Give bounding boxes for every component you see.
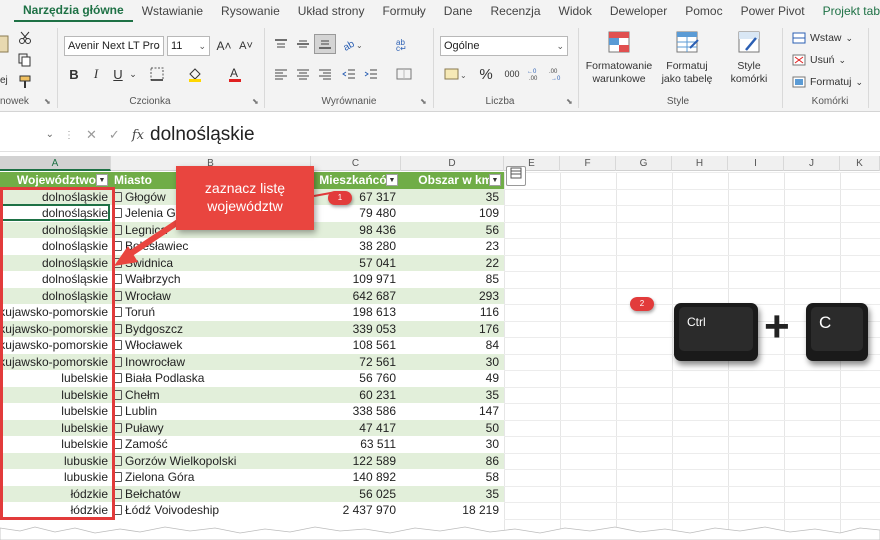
ctrl-key-label: Ctrl	[687, 315, 706, 329]
step-badge: 2	[630, 297, 654, 311]
ctrl-key: Ctrl	[674, 303, 758, 361]
annotation-arrows	[114, 191, 337, 266]
torn-edge	[0, 526, 880, 540]
ctrl-key-face: Ctrl	[679, 307, 753, 351]
c-key-label: C	[819, 313, 832, 332]
instruction-callout: zaznacz listę województw	[176, 166, 314, 230]
c-key: C	[806, 303, 868, 361]
plus-sign: +	[764, 302, 790, 351]
step-badge: 1	[328, 191, 352, 205]
c-key-face: C	[811, 307, 863, 351]
